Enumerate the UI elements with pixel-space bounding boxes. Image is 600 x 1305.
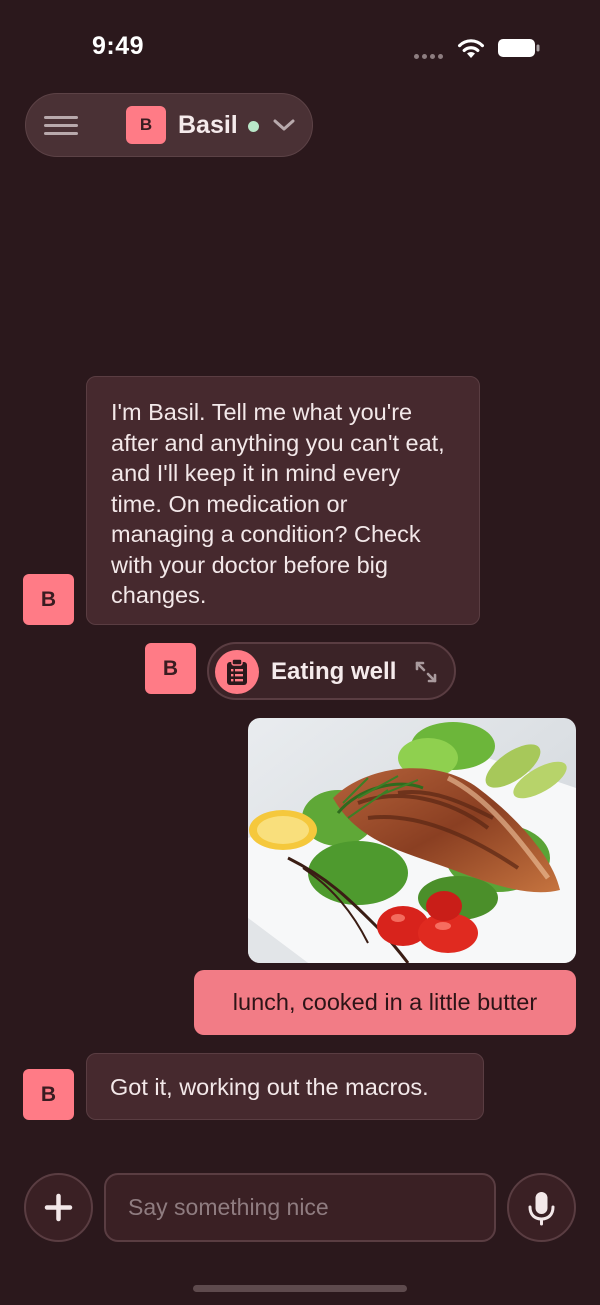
plus-icon [44,1193,73,1222]
bot-message-bubble: Got it, working out the macros. [86,1053,484,1120]
hamburger-menu-icon[interactable] [44,116,78,136]
grilled-salmon-salad-photo[interactable] [248,718,576,963]
bot-avatar[interactable]: B [126,106,166,144]
bot-message-bubble: I'm Basil. Tell me what you're after and… [86,376,480,625]
microphone-button[interactable] [507,1173,576,1242]
online-status-dot [248,121,259,132]
bot-avatar: B [23,574,74,625]
user-message-bubble: lunch, cooked in a little butter [194,970,576,1035]
status-time: 9:49 [92,32,145,60]
bot-avatar: B [23,1069,74,1120]
message-input[interactable] [104,1173,496,1242]
chat-header: B Basil [25,93,313,157]
battery-icon [498,39,540,57]
chevron-down-icon[interactable] [272,116,296,134]
bot-avatar: B [145,643,196,694]
status-bar: 9:49 [0,0,600,90]
home-indicator [193,1285,407,1292]
microphone-icon [528,1192,555,1226]
tool-chip-eating-well[interactable]: Eating well [207,642,456,700]
add-attachment-button[interactable] [24,1173,93,1242]
signal-dots-icon [414,54,443,59]
expand-icon[interactable] [414,660,438,684]
wifi-icon [458,39,484,58]
bot-name[interactable]: Basil [178,111,238,140]
clipboard-list-icon [215,650,259,694]
tool-chip-label: Eating well [271,658,397,685]
